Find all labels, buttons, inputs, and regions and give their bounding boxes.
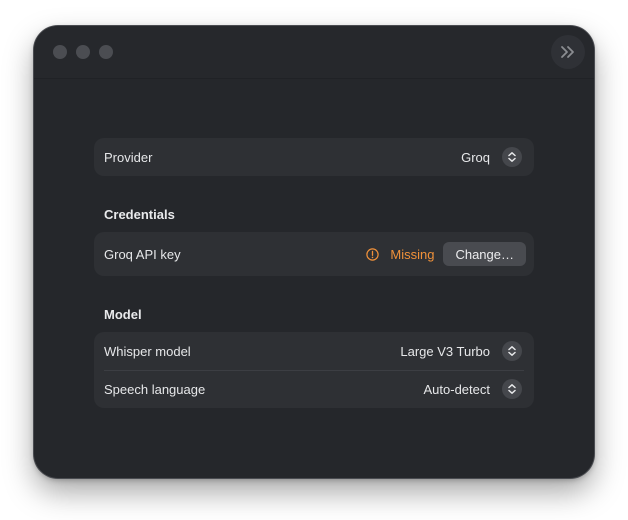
chevrons-right-icon [559,45,577,59]
credentials-group: Groq API key Missing Change… [94,232,534,276]
provider-stepper[interactable] [502,147,522,167]
whisper-model-value: Large V3 Turbo [400,343,490,359]
close-window-button[interactable] [53,45,67,59]
status-badge: Missing [366,247,434,262]
model-group: Whisper model Large V3 Turbo Speech lang… [94,332,534,408]
model-section-title: Model [104,307,142,322]
change-api-key-button[interactable]: Change… [443,242,526,266]
provider-group: Provider Groq [94,138,534,176]
title-bar [34,26,594,79]
speech-language-label: Speech language [104,381,206,397]
api-key-label: Groq API key [104,246,181,262]
provider-value: Groq [461,149,490,165]
status-text: Missing [390,246,435,262]
zoom-window-button[interactable] [99,45,113,59]
provider-label: Provider [104,149,153,165]
speech-language-stepper[interactable] [502,379,522,399]
up-down-chevron-icon [508,346,516,356]
exclamation-circle-icon [366,247,380,261]
whisper-model-stepper[interactable] [502,341,522,361]
minimize-window-button[interactable] [76,45,90,59]
whisper-model-label: Whisper model [104,343,191,359]
speech-language-value: Auto-detect [423,381,491,397]
up-down-chevron-icon [508,384,516,394]
whisper-model-row[interactable]: Whisper model Large V3 Turbo [94,332,534,370]
speech-language-row[interactable]: Speech language Auto-detect [94,370,534,408]
sidebar-toggle-button[interactable] [551,35,585,69]
credentials-section-title: Credentials [104,207,175,222]
api-key-row: Groq API key Missing Change… [94,232,534,276]
up-down-chevron-icon [508,152,516,162]
provider-row[interactable]: Provider Groq [94,138,534,176]
settings-window: Provider Groq Credentials Groq API key M… [34,26,594,478]
